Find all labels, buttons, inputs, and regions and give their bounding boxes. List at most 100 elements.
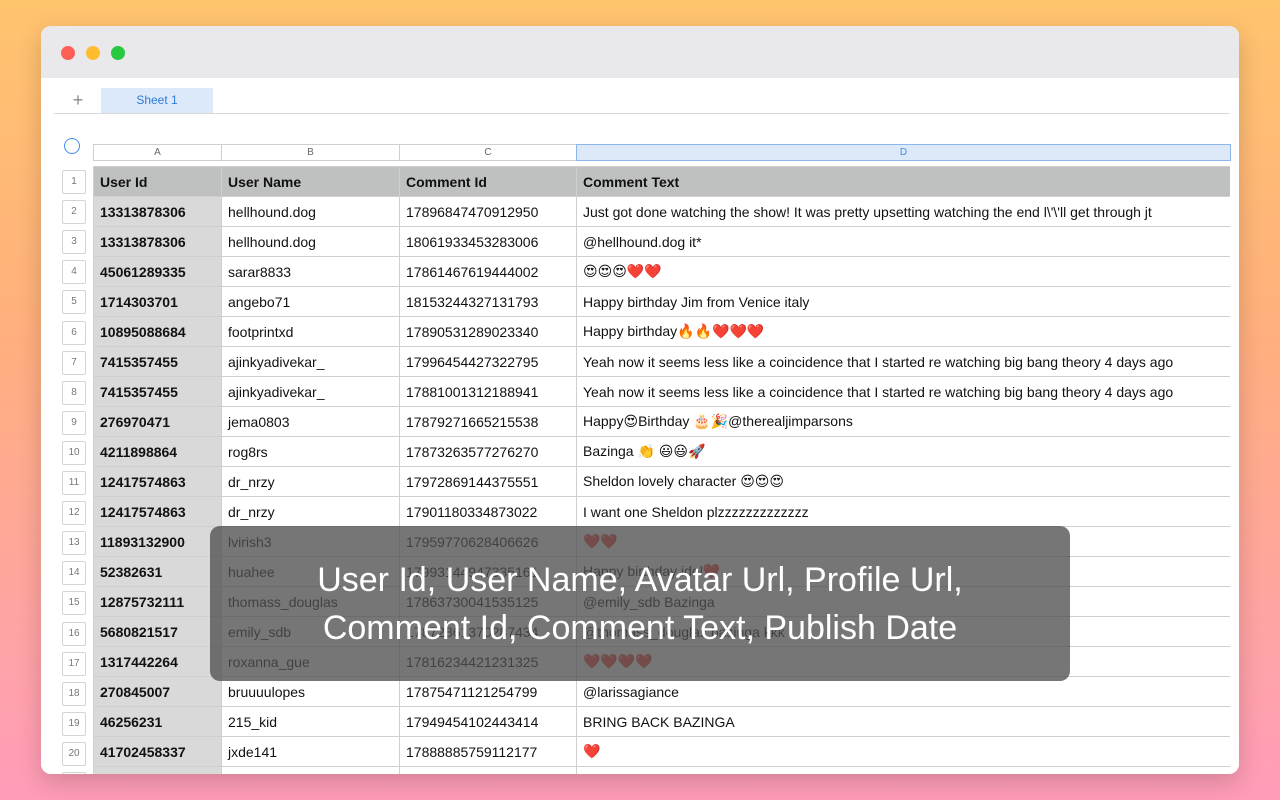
row-number[interactable]: 21: [62, 772, 86, 774]
row-number[interactable]: 12: [62, 501, 86, 526]
cell-comment-text[interactable]: Bazinga 👏 😃😃🚀: [576, 436, 1230, 467]
cell-user-name[interactable]: angebo71: [221, 286, 400, 317]
row-number[interactable]: 2: [62, 200, 86, 225]
cell-user-name[interactable]: jema0803: [221, 406, 400, 437]
cell-comment-text[interactable]: Happy😍Birthday 🎂🎉@therealjimparsons: [576, 406, 1230, 437]
row-number[interactable]: 17: [62, 651, 86, 676]
header-cell-comment-text[interactable]: Comment Text: [576, 166, 1230, 197]
cell-comment-id[interactable]: 17972869144375551: [399, 466, 577, 497]
cell-user-name[interactable]: hellhound.dog: [221, 196, 400, 227]
cell-comment-text[interactable]: I want one Sheldon plzzzzzzzzzzzzz: [576, 496, 1230, 527]
cell-comment-text[interactable]: Happy birthday Jim from Venice italy: [576, 286, 1230, 317]
cell-user-id[interactable]: 12417574863: [93, 496, 222, 527]
cell-comment-id[interactable]: 17901180334873022: [399, 496, 577, 527]
cell-user-id[interactable]: 1317442264: [93, 646, 222, 677]
cell-user-id[interactable]: 29384078312: [93, 766, 222, 774]
cell-user-name[interactable]: ajinkyadivekar_: [221, 376, 400, 407]
cell-user-id[interactable]: 12875732111: [93, 586, 222, 617]
cell-user-name[interactable]: dr_nrzy: [221, 496, 400, 527]
column-header-b[interactable]: B: [221, 144, 399, 161]
row-number[interactable]: 1: [62, 170, 86, 194]
cell-user-id[interactable]: 7415357455: [93, 376, 222, 407]
cell-user-id[interactable]: 276970471: [93, 406, 222, 437]
cell-comment-id[interactable]: 17860980077516303: [399, 766, 577, 774]
header-cell-user-id[interactable]: User Id: [93, 166, 222, 197]
cell-comment-text[interactable]: Sheldon lovely character 😍😍😍: [576, 466, 1230, 497]
cell-user-name[interactable]: rog8rs: [221, 436, 400, 467]
cell-user-id[interactable]: 270845007: [93, 676, 222, 707]
cell-comment-id[interactable]: 17890531289023340: [399, 316, 577, 347]
cell-comment-id[interactable]: 17861467619444002: [399, 256, 577, 287]
row-number[interactable]: 3: [62, 230, 86, 255]
cell-user-id[interactable]: 46256231: [93, 706, 222, 737]
cell-user-id[interactable]: 11893132900: [93, 526, 222, 557]
cell-comment-text[interactable]: Happy birthday🔥🔥❤️❤️❤️: [576, 316, 1230, 347]
column-header-d[interactable]: D: [576, 144, 1231, 161]
minimize-window-button[interactable]: [86, 46, 100, 60]
zoom-window-button[interactable]: [111, 46, 125, 60]
row-number[interactable]: 10: [62, 440, 86, 465]
cell-user-name[interactable]: sarar8833: [221, 256, 400, 287]
cell-user-id[interactable]: 1714303701: [93, 286, 222, 317]
select-all-button[interactable]: [64, 138, 80, 154]
column-header-c[interactable]: C: [399, 144, 576, 161]
header-cell-user-name[interactable]: User Name: [221, 166, 400, 197]
row-number[interactable]: 8: [62, 380, 86, 405]
cell-user-id[interactable]: 45061289335: [93, 256, 222, 287]
cell-comment-text[interactable]: BRING BACK BAZINGA: [576, 706, 1230, 737]
cell-comment-text[interactable]: Does anyone know a site where I can buy …: [576, 766, 1230, 774]
cell-comment-text[interactable]: @hellhound.dog it*: [576, 226, 1230, 257]
cell-user-id[interactable]: 13313878306: [93, 196, 222, 227]
row-number[interactable]: 14: [62, 561, 86, 586]
cell-comment-id[interactable]: 17873263577276270: [399, 436, 577, 467]
cell-user-name[interactable]: ajinkyadivekar_: [221, 346, 400, 377]
row-number[interactable]: 6: [62, 320, 86, 345]
cell-comment-text[interactable]: Yeah now it seems less like a coincidenc…: [576, 346, 1230, 377]
cell-user-name[interactable]: dr_nrzy: [221, 466, 400, 497]
column-header-a[interactable]: A: [93, 144, 221, 161]
cell-comment-text[interactable]: ❤️: [576, 736, 1230, 767]
cell-comment-id[interactable]: 17875471121254799: [399, 676, 577, 707]
row-number[interactable]: 4: [62, 260, 86, 285]
cell-comment-id[interactable]: 17896847470912950: [399, 196, 577, 227]
row-number[interactable]: 5: [62, 290, 86, 315]
row-number[interactable]: 20: [62, 741, 86, 766]
cell-comment-id[interactable]: 18153244327131793: [399, 286, 577, 317]
cell-user-id[interactable]: 10895088684: [93, 316, 222, 347]
cell-comment-id[interactable]: 17879271665215538: [399, 406, 577, 437]
row-number[interactable]: 15: [62, 591, 86, 616]
row-number[interactable]: 9: [62, 410, 86, 435]
cell-comment-id[interactable]: 17949454102443414: [399, 706, 577, 737]
cell-user-id[interactable]: 7415357455: [93, 346, 222, 377]
cell-user-id[interactable]: 5680821517: [93, 616, 222, 647]
cell-user-name[interactable]: hellhound.dog: [221, 226, 400, 257]
row-number[interactable]: 7: [62, 350, 86, 375]
cell-comment-text[interactable]: Yeah now it seems less like a coincidenc…: [576, 376, 1230, 407]
header-cell-comment-id[interactable]: Comment Id: [399, 166, 577, 197]
cell-user-id[interactable]: 41702458337: [93, 736, 222, 767]
close-window-button[interactable]: [61, 46, 75, 60]
cell-user-id[interactable]: 13313878306: [93, 226, 222, 257]
row-number[interactable]: 11: [62, 471, 86, 495]
cell-comment-id[interactable]: 17996454427322795: [399, 346, 577, 377]
cell-user-name[interactable]: 215_kid: [221, 706, 400, 737]
row-number[interactable]: 13: [62, 531, 86, 556]
cell-user-name[interactable]: footprintxd: [221, 316, 400, 347]
cell-user-id[interactable]: 12417574863: [93, 466, 222, 497]
cell-comment-id[interactable]: 17881001312188941: [399, 376, 577, 407]
cell-comment-text[interactable]: Just got done watching the show! It was …: [576, 196, 1230, 227]
cell-user-id[interactable]: 52382631: [93, 556, 222, 587]
cell-user-name[interactable]: jxde141: [221, 736, 400, 767]
row-number[interactable]: 16: [62, 621, 86, 646]
cell-comment-id[interactable]: 17888885759112177: [399, 736, 577, 767]
cell-user-name[interactable]: bruuuulopes: [221, 676, 400, 707]
cell-comment-id[interactable]: 18061933453283006: [399, 226, 577, 257]
cell-user-id[interactable]: 4211898864: [93, 436, 222, 467]
row-number[interactable]: 19: [62, 711, 86, 736]
tab-sheet-1[interactable]: Sheet 1: [101, 88, 213, 113]
cell-comment-text[interactable]: @larissagiance: [576, 676, 1230, 707]
cell-user-name[interactable]: fernandaravssagy: [221, 766, 400, 774]
row-number[interactable]: 18: [62, 681, 86, 706]
add-sheet-button[interactable]: +: [68, 89, 88, 111]
cell-comment-text[interactable]: 😍😍😍❤️❤️: [576, 256, 1230, 287]
